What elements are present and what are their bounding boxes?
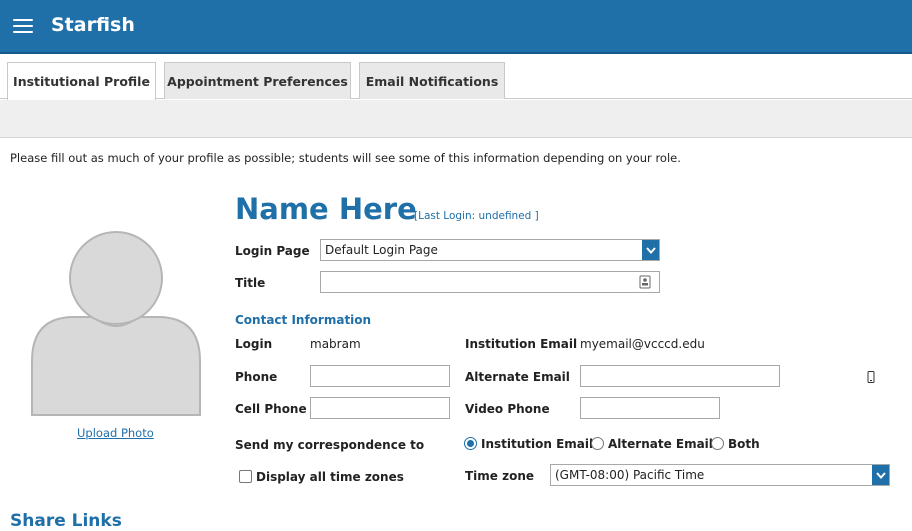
tab-email-notifications[interactable]: Email Notifications <box>359 62 505 99</box>
toolbar-strip <box>0 100 912 138</box>
phone-label: Phone <box>235 370 278 384</box>
radio-alternate-email-label[interactable]: Alternate Email <box>608 437 713 451</box>
radio-alternate-email[interactable] <box>591 437 604 450</box>
top-bar: Starfish <box>0 0 912 54</box>
institution-email-label: Institution Email <box>465 337 578 351</box>
login-page-value: Default Login Page <box>325 243 438 257</box>
timezone-select[interactable]: (GMT-08:00) Pacific Time <box>550 464 890 486</box>
chevron-down-icon[interactable] <box>872 465 889 485</box>
login-label: Login <box>235 337 273 351</box>
institution-email-value: myemail@vcccd.edu <box>580 337 705 351</box>
upload-photo-link[interactable]: Upload Photo <box>77 426 154 440</box>
tab-institutional-profile[interactable]: Institutional Profile <box>7 62 156 100</box>
alternate-email-label: Alternate Email <box>465 370 570 384</box>
alternate-email-input[interactable] <box>580 365 780 387</box>
timezone-value: (GMT-08:00) Pacific Time <box>555 468 705 482</box>
login-page-label: Login Page <box>235 244 310 258</box>
video-phone-input[interactable] <box>580 397 720 419</box>
profile-name: Name Here <box>235 192 417 226</box>
intro-text: Please fill out as much of your profile … <box>10 151 681 165</box>
menu-icon[interactable] <box>13 18 33 34</box>
cell-phone-label: Cell Phone <box>235 402 307 416</box>
radio-both-label[interactable]: Both <box>728 437 760 451</box>
login-page-select[interactable]: Default Login Page <box>320 239 660 261</box>
tab-strip: Institutional Profile Appointment Prefer… <box>0 56 912 100</box>
share-links-heading: Share Links <box>10 511 122 531</box>
contact-card-icon[interactable] <box>639 275 651 289</box>
title-label: Title <box>235 276 266 290</box>
timezone-label: Time zone <box>465 469 535 483</box>
video-phone-label: Video Phone <box>465 402 550 416</box>
cell-phone-input[interactable] <box>310 397 450 419</box>
avatar-placeholder-icon <box>31 231 201 416</box>
app-title: Starfish <box>51 14 135 36</box>
radio-institution-email[interactable] <box>464 437 477 450</box>
display-timezones-checkbox[interactable] <box>239 470 252 483</box>
contact-information-heading: Contact Information <box>235 313 372 327</box>
radio-institution-email-label[interactable]: Institution Email <box>481 437 593 451</box>
mobile-phone-icon[interactable] <box>867 371 875 383</box>
phone-input[interactable] <box>310 365 450 387</box>
correspondence-label: Send my correspondence to <box>235 438 425 452</box>
last-login-text: [Last Login: undefined ] <box>414 210 539 222</box>
login-value: mabram <box>310 337 361 351</box>
chevron-down-icon[interactable] <box>642 240 659 260</box>
tab-appointment-preferences[interactable]: Appointment Preferences <box>164 62 351 99</box>
radio-both[interactable] <box>711 437 724 450</box>
title-input[interactable] <box>320 271 660 293</box>
display-timezones-label[interactable]: Display all time zones <box>256 470 404 484</box>
